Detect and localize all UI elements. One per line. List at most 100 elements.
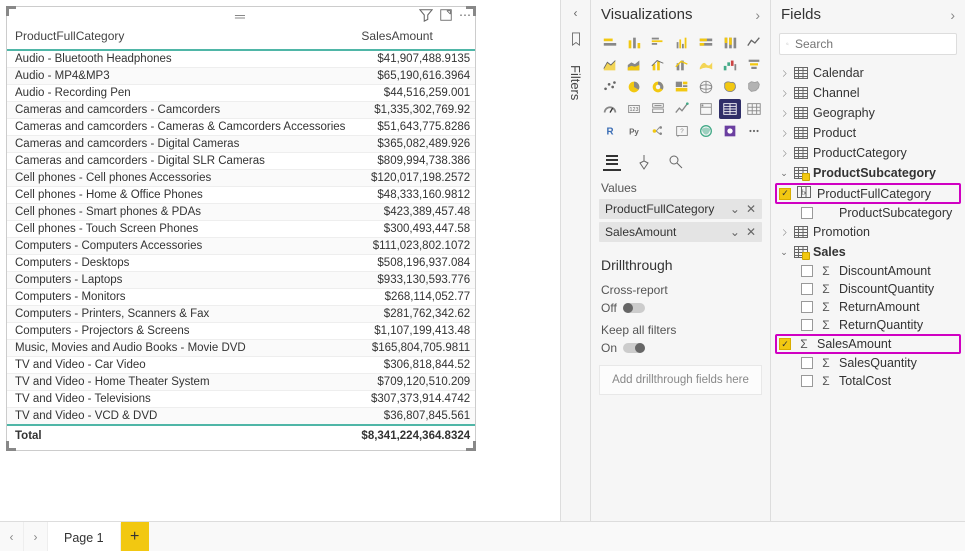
field-salesamount[interactable]: ΣSalesAmount (775, 334, 961, 354)
table-row[interactable]: Computers - Printers, Scanners & Fax$281… (7, 306, 475, 323)
resize-handle-bl[interactable] (6, 441, 16, 451)
viz-type-28[interactable]: R (599, 121, 621, 141)
chevron-icon[interactable]: ⌵ (779, 68, 790, 78)
table-row[interactable]: TV and Video - VCD & DVD$36,807,845.561 (7, 408, 475, 426)
viz-type-18[interactable] (695, 77, 717, 97)
keep-filters-toggle[interactable] (623, 343, 645, 353)
field-checkbox[interactable] (779, 188, 791, 200)
col-header-amount[interactable]: SalesAmount (353, 25, 475, 50)
viz-type-26[interactable] (719, 99, 741, 119)
format-tab-icon[interactable] (635, 153, 653, 171)
table-row[interactable]: Cell phones - Touch Screen Phones$300,49… (7, 221, 475, 238)
report-canvas[interactable]: ═ ⋯ ProductFullCategory SalesAmount Audi… (0, 0, 560, 521)
field-checkbox[interactable] (801, 357, 813, 369)
field-checkbox[interactable] (779, 338, 791, 350)
add-page-button[interactable]: + (121, 522, 149, 551)
table-node-promotion[interactable]: ⌵Promotion (775, 222, 961, 242)
viz-type-9[interactable] (647, 55, 669, 75)
viz-type-19[interactable] (719, 77, 741, 97)
viz-type-11[interactable] (695, 55, 717, 75)
table-row[interactable]: Audio - MP4&MP3$65,190,616.3964 (7, 68, 475, 85)
field-discountquantity[interactable]: ΣDiscountQuantity (775, 280, 961, 298)
table-node-sales[interactable]: ⌄Sales (775, 242, 961, 262)
table-row[interactable]: Computers - Computers Accessories$111,02… (7, 238, 475, 255)
field-returnquantity[interactable]: ΣReturnQuantity (775, 316, 961, 334)
viz-type-6[interactable] (743, 33, 765, 53)
table-node-productsubcategory[interactable]: ⌄ProductSubcategory (775, 163, 961, 183)
table-node-product[interactable]: ⌵Product (775, 123, 961, 143)
table-row[interactable]: Cameras and camcorders - Digital Cameras… (7, 136, 475, 153)
viz-type-16[interactable] (647, 77, 669, 97)
table-row[interactable]: Computers - Desktops$508,196,937.084 (7, 255, 475, 272)
viz-type-12[interactable] (719, 55, 741, 75)
table-visual[interactable]: ═ ⋯ ProductFullCategory SalesAmount Audi… (6, 6, 476, 451)
table-row[interactable]: Cameras and camcorders - Digital SLR Cam… (7, 153, 475, 170)
chevron-icon[interactable]: ⌵ (779, 148, 790, 158)
field-checkbox[interactable] (801, 319, 813, 331)
viz-type-27[interactable] (743, 99, 765, 119)
viz-type-21[interactable] (599, 99, 621, 119)
table-row[interactable]: Computers - Laptops$933,130,593.776 (7, 272, 475, 289)
viz-type-20[interactable] (743, 77, 765, 97)
viz-type-33[interactable] (719, 121, 741, 141)
field-productsubcategory[interactable]: ProductSubcategory (775, 204, 961, 222)
cross-report-toggle[interactable] (623, 303, 645, 313)
fields-search-input[interactable] (795, 37, 950, 51)
viz-type-29[interactable]: Py (623, 121, 645, 141)
table-row[interactable]: Cameras and camcorders - Camcorders$1,33… (7, 102, 475, 119)
chevron-icon[interactable]: ⌄ (779, 168, 789, 179)
viz-type-10[interactable] (671, 55, 693, 75)
viz-type-1[interactable] (623, 33, 645, 53)
page-next-button[interactable]: › (24, 522, 48, 551)
viz-type-5[interactable] (719, 33, 741, 53)
collapse-viz-icon[interactable]: › (755, 7, 760, 23)
viz-type-2[interactable] (647, 33, 669, 53)
field-checkbox[interactable] (801, 375, 813, 387)
filters-pane-collapsed[interactable]: ‹ Filters (560, 0, 590, 521)
chevron-icon[interactable]: ⌵ (779, 88, 790, 98)
field-well-item[interactable]: ProductFullCategory⌄✕ (599, 199, 762, 219)
remove-field-icon[interactable]: ✕ (746, 202, 756, 216)
viz-type-22[interactable]: 123 (623, 99, 645, 119)
viz-type-17[interactable] (671, 77, 693, 97)
table-row[interactable]: Music, Movies and Audio Books - Movie DV… (7, 340, 475, 357)
collapse-fields-icon[interactable]: › (950, 7, 955, 23)
table-row[interactable]: Audio - Bluetooth Headphones$41,907,488.… (7, 50, 475, 68)
drillthrough-drop-area[interactable]: Add drillthrough fields here (599, 365, 762, 395)
viz-type-23[interactable] (647, 99, 669, 119)
field-returnamount[interactable]: ΣReturnAmount (775, 298, 961, 316)
focus-mode-icon[interactable] (439, 8, 453, 25)
field-totalcost[interactable]: ΣTotalCost (775, 372, 961, 390)
table-node-geography[interactable]: ⌵Geography (775, 103, 961, 123)
field-checkbox[interactable] (801, 207, 813, 219)
table-row[interactable]: Audio - Recording Pen$44,516,259.001 (7, 85, 475, 102)
table-row[interactable]: Cell phones - Home & Office Phones$48,33… (7, 187, 475, 204)
bookmark-icon[interactable] (569, 32, 583, 49)
viz-type-31[interactable]: ? (671, 121, 693, 141)
resize-handle-br[interactable] (466, 441, 476, 451)
fields-tab-icon[interactable] (603, 153, 621, 171)
table-node-channel[interactable]: ⌵Channel (775, 83, 961, 103)
table-row[interactable]: Computers - Monitors$268,114,052.77 (7, 289, 475, 306)
viz-type-13[interactable] (743, 55, 765, 75)
table-node-productcategory[interactable]: ⌵ProductCategory (775, 143, 961, 163)
viz-type-32[interactable] (695, 121, 717, 141)
fields-search[interactable] (779, 33, 957, 55)
table-row[interactable]: Cell phones - Cell phones Accessories$12… (7, 170, 475, 187)
viz-type-34[interactable] (743, 121, 765, 141)
viz-type-25[interactable] (695, 99, 717, 119)
viz-type-15[interactable] (623, 77, 645, 97)
viz-type-0[interactable] (599, 33, 621, 53)
chevron-down-icon[interactable]: ⌄ (730, 202, 740, 216)
chevron-icon[interactable]: ⌵ (779, 108, 790, 118)
field-salesquantity[interactable]: ΣSalesQuantity (775, 354, 961, 372)
table-row[interactable]: Cell phones - Smart phones & PDAs$423,38… (7, 204, 475, 221)
chevron-icon[interactable]: ⌵ (779, 128, 790, 138)
table-node-calendar[interactable]: ⌵Calendar (775, 63, 961, 83)
chevron-icon[interactable]: ⌵ (779, 227, 790, 237)
table-row[interactable]: Computers - Projectors & Screens$1,107,1… (7, 323, 475, 340)
viz-type-4[interactable] (695, 33, 717, 53)
page-tab-1[interactable]: Page 1 (48, 522, 121, 551)
viz-type-8[interactable] (623, 55, 645, 75)
table-row[interactable]: TV and Video - Car Video$306,818,844.52 (7, 357, 475, 374)
